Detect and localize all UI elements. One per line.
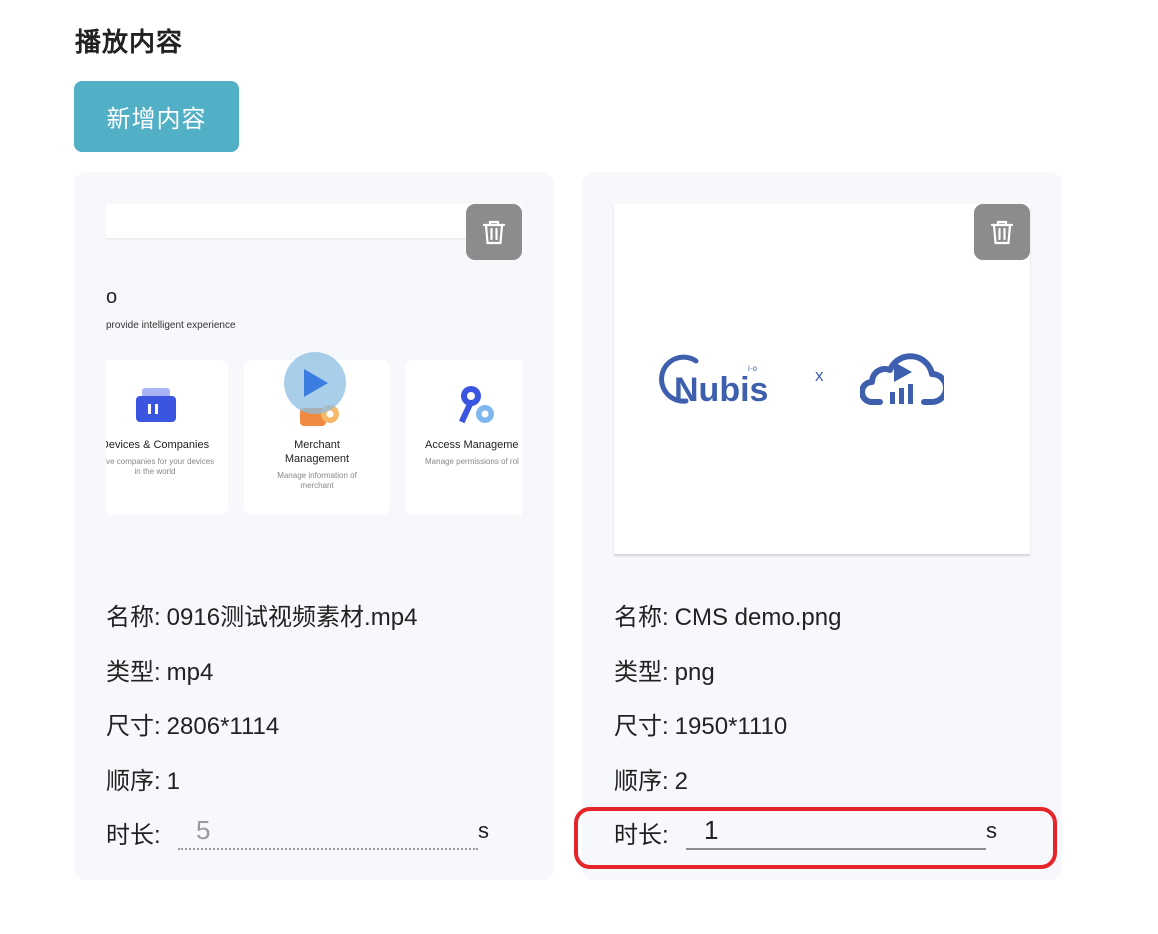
duration-unit: s	[478, 818, 489, 843]
size-value: 2806*1114	[166, 713, 280, 740]
mock-tagline: provide intelligent experience	[106, 320, 236, 331]
tile-subtitle: Have companies for your devices in the w…	[106, 457, 215, 476]
item-name: 名称: 0916测试视频素材.mp4	[106, 597, 417, 632]
play-icon	[304, 369, 328, 397]
mock-header-bar	[106, 204, 522, 238]
item-order: 顺序: 2	[614, 761, 688, 796]
duration-row: 时长: s	[106, 812, 526, 852]
trash-icon	[482, 220, 506, 245]
mock-tile: Devices & Companies Have companies for y…	[106, 360, 228, 515]
order-value: 1	[166, 768, 181, 795]
separator-x: x	[815, 366, 824, 385]
tile-title: Access Manageme	[425, 439, 519, 451]
play-button[interactable]	[284, 352, 346, 414]
name-label: 名称:	[614, 604, 669, 631]
duration-label: 时长:	[106, 822, 161, 849]
type-label: 类型:	[614, 659, 669, 686]
content-card: o provide intelligent experience Devices…	[74, 172, 554, 880]
tile-subtitle: Manage permissions of rol	[425, 457, 519, 466]
trash-icon	[990, 220, 1014, 245]
page-title: 播放内容	[75, 27, 184, 57]
order-label: 顺序:	[614, 768, 669, 795]
video-preview[interactable]: o provide intelligent experience Devices…	[106, 204, 522, 554]
add-content-button[interactable]: 新增内容	[74, 81, 239, 152]
delete-button[interactable]	[974, 204, 1030, 260]
order-label: 顺序:	[106, 768, 161, 795]
duration-unit: s	[986, 818, 997, 843]
order-value: 2	[674, 768, 689, 795]
tile-title: Merchant Management	[284, 439, 350, 465]
nubis-logo: Nubis i·o	[659, 354, 768, 409]
key-gear-icon	[458, 386, 494, 424]
name-value: CMS demo.png	[674, 604, 842, 631]
type-value: mp4	[166, 659, 214, 686]
size-label: 尺寸:	[614, 713, 669, 740]
delete-button[interactable]	[466, 204, 522, 260]
duration-input[interactable]	[686, 812, 986, 850]
item-size: 尺寸: 1950*1110	[614, 706, 787, 741]
duration-input[interactable]	[178, 812, 478, 850]
name-value: 0916测试视频素材.mp4	[166, 604, 418, 631]
size-label: 尺寸:	[106, 713, 161, 740]
duration-row: 时长: s	[614, 812, 1034, 852]
size-value: 1950*1110	[674, 713, 788, 740]
type-label: 类型:	[106, 659, 161, 686]
type-value: png	[674, 659, 715, 686]
item-name: 名称: CMS demo.png	[614, 597, 841, 632]
item-size: 尺寸: 2806*1114	[106, 706, 279, 741]
item-order: 顺序: 1	[106, 761, 180, 796]
item-type: 类型: png	[614, 652, 715, 687]
svg-text:i·o: i·o	[748, 364, 757, 373]
cloud-play-icon	[860, 353, 944, 405]
mock-tile: Access Manageme Manage permissions of ro…	[405, 360, 522, 515]
devices-icon	[136, 388, 176, 422]
duration-label: 时长:	[614, 822, 669, 849]
svg-text:Nubis: Nubis	[674, 371, 768, 409]
name-label: 名称:	[106, 604, 161, 631]
item-type: 类型: mp4	[106, 652, 213, 687]
tile-title: Devices & Companies	[106, 439, 210, 451]
tile-subtitle: Manage information of merchant	[277, 471, 357, 490]
image-preview[interactable]: Nubis i·o x	[614, 204, 1030, 554]
content-card: Nubis i·o x 名称: CMS demo.png 类型: png 尺寸: 19…	[582, 172, 1062, 880]
mock-title-fragment: o	[106, 286, 118, 308]
